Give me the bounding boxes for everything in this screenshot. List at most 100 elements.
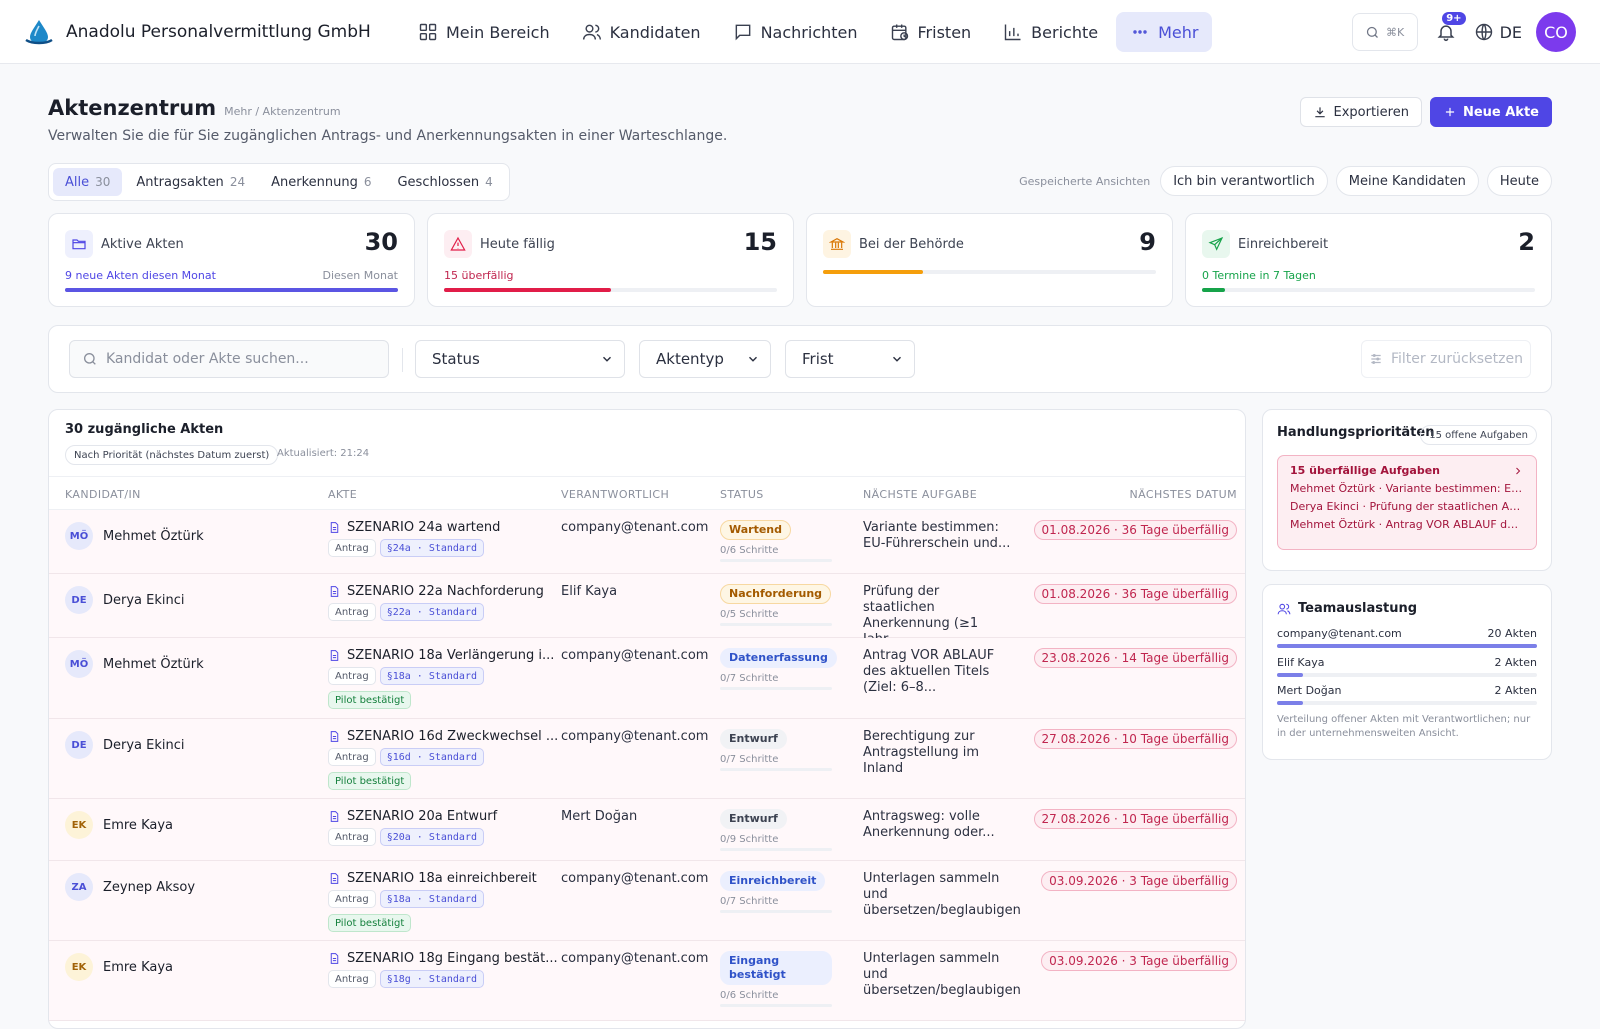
file-cell[interactable]: SZENARIO 16d Zweckwechsel ... Antrag §16d …: [328, 729, 558, 790]
candidate-cell[interactable]: DE Derya Ekinci: [65, 586, 185, 614]
nav-fristen[interactable]: Fristen: [876, 12, 986, 52]
brand[interactable]: Anadolu Personalvermittlung GmbH: [24, 18, 371, 46]
table-row[interactable]: DE Derya Ekinci SZENARIO 22a Nachforderung…: [49, 574, 1245, 647]
stat-at-authority[interactable]: Bei der Behörde 9: [806, 213, 1173, 307]
candidate-cell[interactable]: EK Emre Kaya: [65, 953, 173, 981]
file-type-select[interactable]: Aktentyp: [639, 340, 771, 378]
owner-cell: company@tenant.com: [561, 951, 709, 966]
stat-label: Aktive Akten: [101, 237, 184, 252]
next-task-cell: Antragsweg: volle Anerkennung oder...: [863, 809, 995, 840]
overdue-tasks-box[interactable]: 15 überfällige Aufgaben Mehmet Öztürk · …: [1277, 455, 1537, 550]
candidate-name: Emre Kaya: [103, 959, 173, 975]
column-header[interactable]: AKTE: [328, 488, 357, 501]
search-input[interactable]: [106, 351, 366, 367]
table-row[interactable]: MÖ Mehmet Öztürk SZENARIO 18a Verlängerung…: [49, 638, 1245, 719]
status-badge: Eingang bestätigt: [720, 951, 832, 985]
candidate-cell[interactable]: EK Emre Kaya: [65, 811, 173, 839]
stat-active-files[interactable]: Aktive Akten 30 9 neue Akten diesen Mona…: [48, 213, 415, 307]
overdue-task-item[interactable]: Mehmet Öztürk · Variante bestimmen: EU-F…: [1290, 482, 1524, 495]
nav-mehr[interactable]: Mehr: [1116, 12, 1213, 52]
table-row[interactable]: EK Emre Kaya SZENARIO 18g Eingang bestät..…: [49, 941, 1245, 1021]
language-switcher[interactable]: DE: [1474, 22, 1522, 42]
team-load-panel: Teamauslastung company@tenant.com 20 Akte…: [1262, 584, 1552, 760]
nav-label: Mehr: [1158, 22, 1199, 42]
overdue-task-item[interactable]: Derya Ekinci · Prüfung der staatlichen A…: [1290, 500, 1524, 513]
sort-chip[interactable]: Nach Priorität (nächstes Datum zuerst): [65, 445, 279, 465]
nav-label: Mein Bereich: [446, 22, 550, 42]
column-header[interactable]: STATUS: [720, 488, 764, 501]
nav-mein-bereich[interactable]: Mein Bereich: [404, 12, 564, 52]
file-type-tabs: Alle 30 Antragsakten 24 Anerkennung 6 Gesch…: [48, 163, 510, 201]
column-header[interactable]: VERANTWORTLICH: [561, 488, 669, 501]
file-name: SZENARIO 16d Zweckwechsel ...: [347, 729, 559, 744]
steps-progress-label: 0/7 Schritte: [720, 896, 779, 907]
column-header[interactable]: NÄCHSTES DATUM: [1130, 488, 1237, 501]
candidate-avatar: MÖ: [65, 522, 93, 550]
candidate-cell[interactable]: DE Derya Ekinci: [65, 731, 185, 759]
nav-kandidaten[interactable]: Kandidaten: [568, 12, 715, 52]
tab-label: Anerkennung: [271, 174, 358, 190]
overdue-header: 15 überfällige Aufgaben: [1290, 464, 1524, 477]
new-file-button[interactable]: Neue Akte: [1429, 97, 1552, 127]
status-cell: Datenerfassung 0/7 Schritte: [720, 648, 837, 690]
table-row[interactable]: ZA Zeynep Aksoy SZENARIO 18a einreichberei…: [49, 861, 1245, 941]
saved-view-today[interactable]: Heute: [1486, 166, 1552, 196]
table-title: 30 zugängliche Akten: [65, 422, 224, 437]
page-title: Aktenzentrum: [48, 96, 217, 120]
send-icon: [1202, 230, 1230, 258]
candidate-cell[interactable]: ZA Zeynep Aksoy: [65, 873, 195, 901]
document-icon: [330, 650, 339, 661]
tab-geschlossen[interactable]: Geschlossen 4: [385, 168, 504, 196]
notification-count-badge: 9+: [1442, 12, 1466, 25]
file-cell[interactable]: SZENARIO 18g Eingang bestät... Antrag §18g…: [328, 951, 558, 988]
overdue-task-item[interactable]: Mehmet Öztürk · Antrag VOR ABLAUF des ak…: [1290, 518, 1524, 531]
member-name: Elif Kaya: [1277, 656, 1325, 669]
stat-progress-fill: [65, 288, 398, 292]
grid-icon: [419, 23, 437, 41]
pilot-confirmed-tag: Pilot bestätigt: [328, 914, 412, 932]
file-cell[interactable]: SZENARIO 22a Nachforderung Antrag §22a · S…: [328, 584, 544, 621]
column-header[interactable]: NÄCHSTE AUFGABE: [863, 488, 977, 501]
saved-view-responsible[interactable]: Ich bin verantwortlich: [1160, 166, 1328, 196]
tab-alle[interactable]: Alle 30: [53, 168, 123, 196]
nav-nachrichten[interactable]: Nachrichten: [719, 12, 872, 52]
stat-label: Einreichbereit: [1238, 237, 1329, 252]
nav-berichte[interactable]: Berichte: [989, 12, 1112, 52]
header-actions: Exportieren Neue Akte: [1300, 97, 1552, 127]
owner-cell: company@tenant.com: [561, 729, 709, 744]
saved-views: Gespeicherte Ansichten Ich bin verantwor…: [1019, 166, 1552, 196]
tab-antragsakten[interactable]: Antragsakten 24: [124, 168, 257, 196]
export-button[interactable]: Exportieren: [1300, 97, 1422, 127]
saved-view-my-candidates[interactable]: Meine Kandidaten: [1335, 166, 1479, 196]
download-icon: [1315, 107, 1326, 118]
global-search-button[interactable]: ⌘K: [1351, 13, 1418, 51]
candidate-cell[interactable]: MÖ Mehmet Öztürk: [65, 522, 204, 550]
tab-anerkennung[interactable]: Anerkennung 6: [259, 168, 383, 196]
file-cell[interactable]: SZENARIO 24a wartend Antrag §24a · Standar…: [328, 520, 500, 557]
candidate-cell[interactable]: MÖ Mehmet Öztürk: [65, 650, 204, 678]
candidate-avatar: ZA: [65, 873, 93, 901]
table-row[interactable]: DE Derya Ekinci SZENARIO 16d Zweckwechsel …: [49, 719, 1245, 799]
file-cell[interactable]: SZENARIO 20a Entwurf Antrag §20a · Standar…: [328, 809, 497, 846]
table-row[interactable]: EK Emre Kaya SZENARIO 20a Entwurf Antrag §20…: [49, 799, 1245, 861]
file-tags: Antrag §20a · Standard: [328, 828, 497, 846]
file-cell[interactable]: SZENARIO 18a einreichbereit Antrag §18a · …: [328, 871, 537, 932]
next-task-cell: Unterlagen sammeln und übersetzen/beglau…: [863, 871, 1021, 918]
candidate-name: Emre Kaya: [103, 817, 173, 833]
reset-filters-button[interactable]: Filter zurücksetzen: [1361, 340, 1531, 378]
notifications-button[interactable]: 9+: [1432, 12, 1466, 46]
user-avatar[interactable]: CO: [1536, 12, 1576, 52]
stat-ready-to-submit[interactable]: Einreichbereit 2 0 Termine in 7 Tagen: [1185, 213, 1552, 307]
search-field[interactable]: [69, 340, 389, 378]
status-badge: Nachforderung: [720, 584, 832, 604]
stat-due-today[interactable]: Heute fällig 15 15 überfällig: [427, 213, 794, 307]
team-member-load: company@tenant.com 20 Akten: [1277, 627, 1537, 648]
pilot-confirmed-tag: Pilot bestätigt: [328, 772, 412, 790]
steps-progress-label: 0/6 Schritte: [720, 545, 779, 556]
status-select[interactable]: Status: [415, 340, 625, 378]
file-cell[interactable]: SZENARIO 18a Verlängerung i... Antrag §18a…: [328, 648, 554, 709]
column-header[interactable]: KANDIDAT/IN: [65, 488, 141, 501]
table-row[interactable]: MÖ Mehmet Öztürk SZENARIO 24a wartend Antra…: [49, 510, 1245, 574]
file-tags: Antrag §16d · Standard: [328, 748, 558, 766]
deadline-select[interactable]: Frist: [785, 340, 915, 378]
